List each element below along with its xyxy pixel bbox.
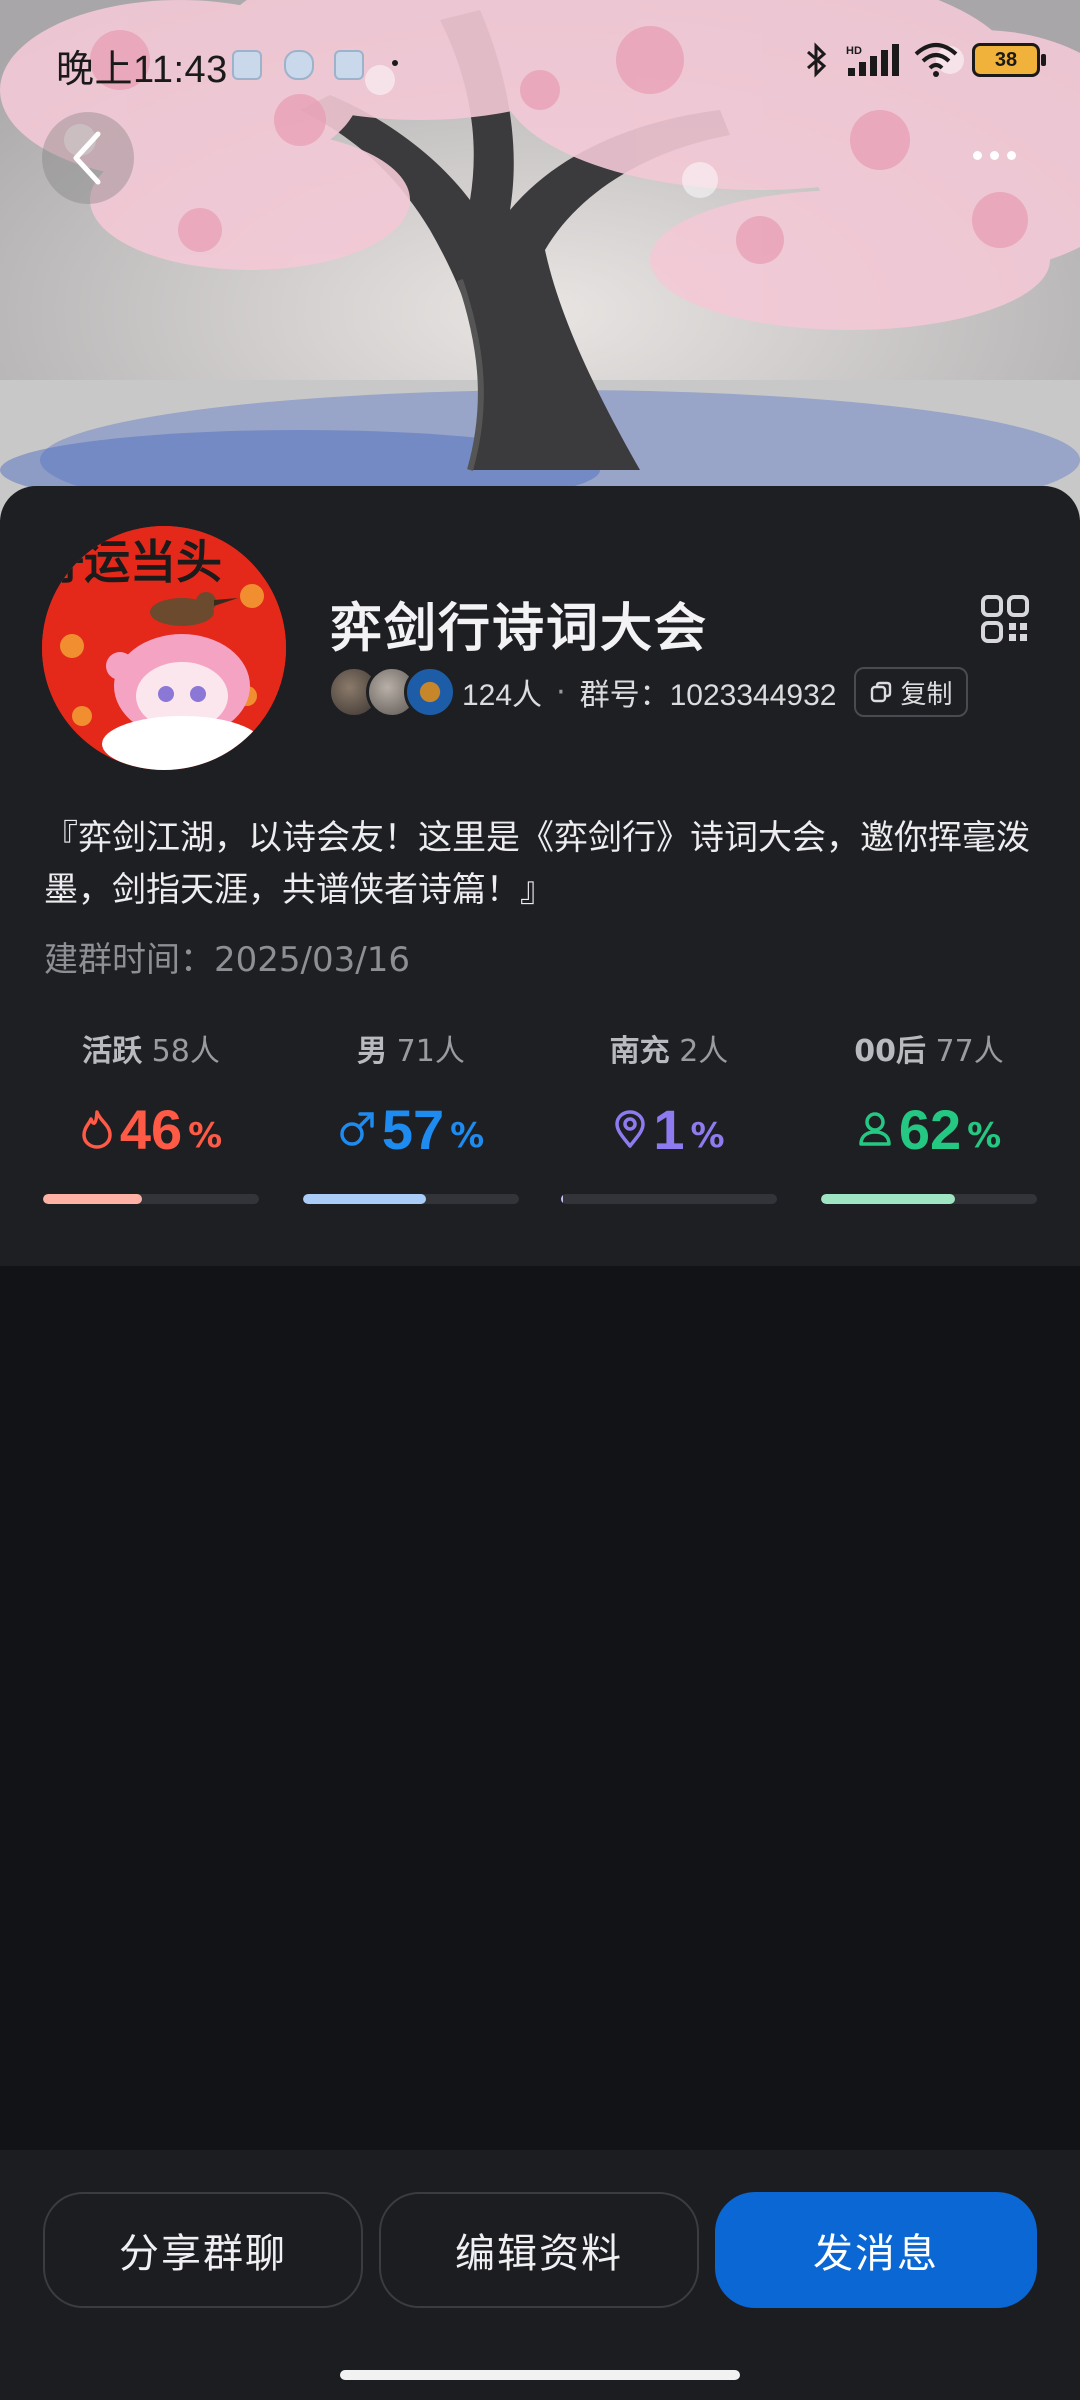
back-button[interactable] bbox=[42, 112, 134, 204]
qr-code-button[interactable] bbox=[980, 594, 1030, 644]
male-icon bbox=[340, 1112, 374, 1146]
signal-icon: HD bbox=[846, 44, 899, 76]
dot-icon bbox=[392, 60, 398, 66]
person-icon bbox=[859, 1112, 891, 1146]
bottom-action-bar: 分享群聊 编辑资料 发消息 bbox=[0, 2150, 1080, 2400]
status-time: 晚上11:43 bbox=[56, 49, 228, 91]
app-notification-icon bbox=[284, 50, 314, 80]
home-indicator[interactable] bbox=[340, 2370, 740, 2380]
stat-count: 58人 bbox=[151, 1034, 220, 1069]
svg-text:HD: HD bbox=[846, 45, 862, 57]
created-date: 建群时间：2025/03/16 bbox=[44, 940, 410, 980]
stat-count: 71人 bbox=[396, 1034, 465, 1069]
send-message-button[interactable]: 发消息 bbox=[715, 2192, 1037, 2308]
stat-count: 2人 bbox=[679, 1034, 729, 1069]
stat-progress-bar bbox=[303, 1194, 519, 1204]
copy-label: 复制 bbox=[900, 679, 953, 710]
group-meta-row: 124人 · 群号：1023344932 复制 bbox=[328, 664, 969, 720]
location-pin-icon bbox=[615, 1110, 646, 1148]
stat-value: 1 bbox=[653, 1097, 685, 1161]
battery-level: 38 bbox=[994, 48, 1018, 71]
more-dots-icon bbox=[972, 150, 982, 160]
chevron-left-icon bbox=[73, 131, 101, 185]
stat-location[interactable]: 南充 2人 1 % bbox=[561, 1026, 777, 1204]
edit-profile-button[interactable]: 编辑资料 bbox=[379, 2192, 699, 2308]
flame-icon bbox=[82, 1110, 112, 1149]
group-name: 弈剑行诗词大会 bbox=[330, 599, 709, 659]
stat-label: 南充 bbox=[609, 1034, 670, 1069]
stat-progress-bar bbox=[821, 1194, 1037, 1204]
stat-unit: % bbox=[450, 1116, 485, 1156]
stat-progress-bar bbox=[561, 1194, 777, 1204]
stat-count: 77人 bbox=[935, 1034, 1004, 1069]
copy-button[interactable]: 复制 bbox=[854, 667, 969, 717]
stat-unit: % bbox=[967, 1116, 1002, 1156]
stat-male[interactable]: 男 71人 57 % bbox=[303, 1026, 519, 1204]
stat-unit: % bbox=[690, 1116, 725, 1156]
game-notification-icon bbox=[232, 50, 262, 80]
status-bar: 晚上11:43 HD 38 bbox=[0, 0, 1080, 120]
more-button[interactable] bbox=[948, 130, 1040, 180]
stat-unit: % bbox=[188, 1116, 223, 1156]
share-group-button[interactable]: 分享群聊 bbox=[43, 2192, 363, 2308]
stat-progress-fill bbox=[821, 1194, 955, 1204]
member-avatars[interactable] bbox=[328, 666, 456, 718]
stat-age[interactable]: 00后 77人 62 % bbox=[821, 1026, 1037, 1204]
bluetooth-icon bbox=[807, 42, 827, 78]
stat-label: 活跃 bbox=[82, 1034, 143, 1069]
stat-value: 46 bbox=[119, 1097, 183, 1161]
stat-progress-fill bbox=[561, 1194, 564, 1204]
group-stats: 活跃 58人 46 % 男 71人 57 % 南充 2人 1 % 00后 77人… bbox=[0, 1026, 1080, 1226]
stat-active[interactable]: 活跃 58人 46 % bbox=[43, 1026, 259, 1204]
group-number: 群号：1023344932 bbox=[579, 679, 837, 712]
stat-value: 62 bbox=[898, 1097, 962, 1161]
group-info-card: 好运当头 弈剑行诗词大会 124人 · 群号：1023344932 复制 『弈剑… bbox=[0, 486, 1080, 1266]
stat-progress-fill bbox=[303, 1194, 427, 1204]
meta-separator: · bbox=[556, 674, 566, 710]
member-avatar bbox=[404, 666, 456, 718]
stat-label: 男 bbox=[357, 1034, 388, 1069]
stat-progress-bar bbox=[43, 1194, 259, 1204]
group-avatar[interactable]: 好运当头 bbox=[42, 526, 286, 770]
stat-progress-fill bbox=[43, 1194, 143, 1204]
copy-icon bbox=[871, 681, 892, 703]
wifi-icon bbox=[914, 43, 958, 77]
member-count[interactable]: 124人 bbox=[462, 670, 542, 714]
group-description: 『弈剑江湖，以诗会友！这里是《弈剑行》诗词大会，邀你挥毫泼墨，剑指天涯，共谱侠者… bbox=[44, 818, 1030, 910]
battery-icon: 38 bbox=[972, 43, 1046, 77]
qr-code-icon bbox=[981, 595, 1029, 643]
avatar-text: 好运当头 bbox=[42, 535, 222, 589]
tv-notification-icon bbox=[334, 50, 364, 80]
stat-label: 00后 bbox=[854, 1034, 926, 1069]
stat-value: 57 bbox=[381, 1097, 445, 1161]
